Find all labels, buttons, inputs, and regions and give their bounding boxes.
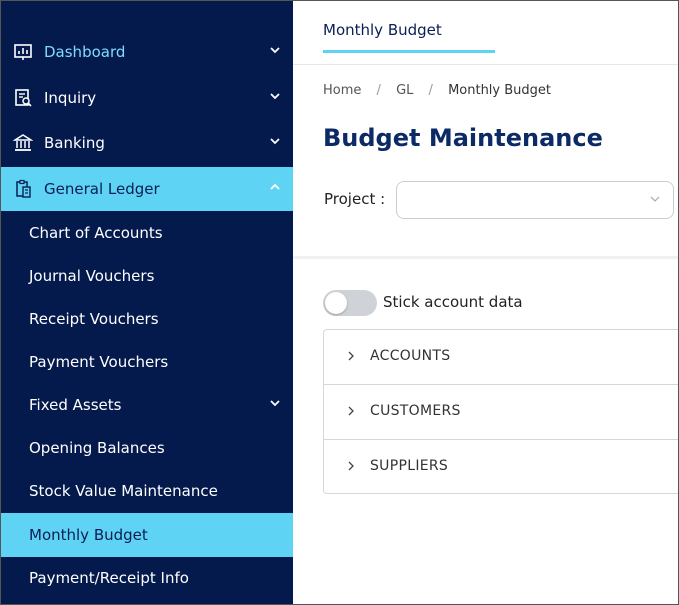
sidebar-item-chart-of-accounts[interactable]: Chart of Accounts	[1, 211, 293, 255]
sidebar-item-label: Dashboard	[44, 43, 126, 61]
accordion-label: ACCOUNTS	[370, 348, 451, 364]
clipboard-ledger-icon	[16, 179, 31, 198]
chevron-right-icon	[348, 351, 354, 361]
project-label: Project :	[324, 190, 386, 208]
breadcrumb-separator: /	[428, 83, 433, 98]
sidebar-item-fixed-assets[interactable]: Fixed Assets	[1, 383, 293, 427]
main-content: Monthly Budget Home / GL / Monthly Budge…	[293, 1, 678, 604]
sidebar-item-monthly-budget[interactable]: Monthly Budget	[1, 513, 293, 557]
accordion: ACCOUNTS CUSTOMERS SUPPLIERS	[323, 329, 678, 494]
sidebar-item-stock-value-maintenance[interactable]: Stock Value Maintenance	[1, 469, 293, 513]
sidebar-item-label: Opening Balances	[29, 439, 165, 457]
breadcrumb-current: Monthly Budget	[448, 83, 552, 98]
sidebar-item-dashboard[interactable]: Dashboard	[1, 30, 293, 74]
sidebar-item-label: Chart of Accounts	[29, 224, 163, 242]
chevron-right-icon	[348, 461, 354, 471]
sidebar-item-journal-vouchers[interactable]: Journal Vouchers	[1, 254, 293, 298]
project-select[interactable]	[396, 181, 674, 219]
sidebar-item-label: Payment Vouchers	[29, 353, 169, 371]
chevron-down-icon[interactable]	[269, 135, 281, 147]
sidebar-item-payment-receipt-info[interactable]: Payment/Receipt Info	[1, 556, 293, 600]
tab-divider	[293, 64, 678, 65]
chevron-down-icon	[650, 196, 660, 202]
sidebar-item-label: Journal Vouchers	[29, 267, 155, 285]
toggle-knob	[325, 292, 347, 314]
sidebar-item-label: Receipt Vouchers	[29, 310, 159, 328]
stick-account-data-toggle[interactable]	[323, 290, 377, 316]
sidebar-item-label: Payment/Receipt Info	[29, 569, 189, 587]
sidebar-item-label: Inquiry	[44, 89, 97, 107]
accordion-label: CUSTOMERS	[370, 403, 461, 419]
chevron-up-icon[interactable]	[269, 181, 281, 193]
breadcrumb-home[interactable]: Home	[323, 83, 361, 98]
breadcrumb-gl[interactable]: GL	[396, 83, 413, 98]
tab-active-indicator	[323, 50, 495, 53]
section-divider	[293, 256, 678, 259]
page-title: Budget Maintenance	[323, 124, 603, 152]
chevron-down-icon[interactable]	[269, 397, 281, 409]
accordion-item-customers[interactable]: CUSTOMERS	[324, 385, 678, 440]
dashboard-chart-icon	[14, 44, 32, 60]
sidebar-item-payment-vouchers[interactable]: Payment Vouchers	[1, 340, 293, 384]
sidebar-item-label: General Ledger	[44, 180, 160, 198]
sidebar-item-label: Fixed Assets	[29, 396, 122, 414]
chevron-right-icon	[348, 406, 354, 416]
accordion-item-suppliers[interactable]: SUPPLIERS	[324, 440, 678, 494]
accordion-item-accounts[interactable]: ACCOUNTS	[324, 330, 678, 385]
sidebar-item-inquiry[interactable]: Inquiry	[1, 76, 293, 120]
sidebar-item-opening-balances[interactable]: Opening Balances	[1, 426, 293, 470]
toggle-label: Stick account data	[383, 293, 523, 311]
sidebar-item-label: Stock Value Maintenance	[29, 482, 218, 500]
inquiry-search-icon	[15, 89, 32, 107]
sidebar-item-label: Banking	[44, 134, 105, 152]
sidebar-item-banking[interactable]: Banking	[1, 121, 293, 165]
breadcrumb: Home / GL / Monthly Budget	[323, 83, 562, 98]
app-frame: Dashboard Inquiry Banking General Ledger…	[0, 0, 679, 605]
chevron-down-icon[interactable]	[269, 44, 281, 56]
chevron-down-icon[interactable]	[269, 90, 281, 102]
accordion-label: SUPPLIERS	[370, 458, 449, 474]
bank-icon	[13, 134, 33, 151]
tab-monthly-budget[interactable]: Monthly Budget	[323, 21, 442, 39]
sidebar-item-label: Monthly Budget	[29, 526, 148, 544]
sidebar-item-general-ledger[interactable]: General Ledger	[1, 167, 293, 211]
breadcrumb-separator: /	[376, 83, 381, 98]
sidebar-item-receipt-vouchers[interactable]: Receipt Vouchers	[1, 297, 293, 341]
sidebar: Dashboard Inquiry Banking General Ledger…	[1, 1, 293, 604]
